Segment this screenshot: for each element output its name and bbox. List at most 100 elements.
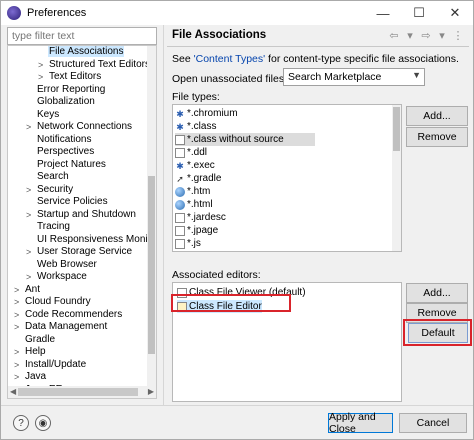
tree-item[interactable]: Keys [36,109,60,122]
tree-item[interactable]: > Structured Text Editors [38,59,151,72]
file-types-list[interactable]: ✱ *.chromium ✱ *.class *.class without sourc… [172,104,402,252]
tree-item[interactable]: > Cloud Foundry [14,296,92,309]
file-type-row[interactable]: *.class without source [175,133,315,146]
expand-arrow-icon[interactable]: > [38,59,46,72]
tree-item[interactable]: > Network Connections [26,121,133,134]
file-type-row[interactable]: *.ddl [175,146,207,159]
tree-item[interactable]: > Text Editors [38,71,102,84]
file-type-label: *.ddl [187,147,208,158]
tree-item-label: Data Management [25,321,108,332]
expand-arrow-icon[interactable]: > [14,284,22,297]
file-type-row[interactable]: ✱ *.exec [175,159,215,172]
scroll-right-icon[interactable]: ▶ [148,386,154,398]
tree-item[interactable]: Web Browser [36,259,98,272]
expand-arrow-icon[interactable]: > [14,346,22,359]
tree-item[interactable]: > Startup and Shutdown [26,208,137,222]
tree-item[interactable]: > Help [14,346,47,359]
back-arrow-icon[interactable]: ⇦ [387,29,401,42]
file-type-row[interactable]: ➚ *.gradle [175,172,221,185]
globe-icon [175,199,185,210]
tree-item[interactable]: > Workspace [26,271,88,284]
tree-item[interactable]: Notifications [36,134,92,147]
tree-item-label: Gradle [25,333,56,345]
tree-item[interactable]: > Install/Update [14,358,87,372]
tree-item-label: Startup and Shutdown [37,208,136,220]
open-unassociated-select[interactable]: Search Marketplace ▼ [283,68,425,86]
tree-item[interactable]: Service Policies [36,196,109,209]
help-icon[interactable]: ? [13,415,29,431]
tree-item-label: Text Editors [49,71,102,82]
expand-arrow-icon[interactable]: > [14,321,22,334]
add-file-type-button[interactable]: Add... [406,106,468,126]
window-controls: — ☐ ✕ [365,1,473,25]
file-type-label: *.class [187,121,217,132]
tree-item[interactable]: > User Storage Service [26,246,133,259]
cancel-button[interactable]: Cancel [399,413,467,433]
tree-horizontal-scrollbar[interactable]: ◀ ▶ [8,386,156,398]
tree-item[interactable]: Gradle [24,334,56,347]
expand-arrow-icon[interactable]: > [26,246,34,259]
file-type-row[interactable]: *.jardesc [175,211,226,224]
maximize-icon[interactable]: ☐ [401,1,437,25]
expand-arrow-icon[interactable]: > [38,71,46,84]
expand-arrow-icon[interactable]: > [14,359,22,372]
scroll-left-icon[interactable]: ◀ [10,386,16,398]
tree-item-label: Project Natures [37,158,106,170]
tree-item-label: Install/Update [25,358,87,370]
tree-vertical-scrollbar[interactable] [147,46,156,386]
add-editor-button[interactable]: Add... [406,283,468,303]
tree-item[interactable]: Project Natures [36,159,107,172]
tree-item[interactable]: > Data Management [14,321,108,334]
expand-arrow-icon[interactable]: > [26,184,34,197]
expand-arrow-icon[interactable]: > [14,309,22,322]
file-type-row[interactable]: *.htm [175,185,210,198]
tree-item[interactable]: > Security [26,184,74,197]
file-types-scrollbar[interactable] [392,105,401,251]
file-type-row[interactable]: ✱ *.chromium [175,107,237,120]
tree-item[interactable]: > Code Recommenders [14,309,123,322]
file-type-label: *.exec [187,160,215,171]
import-export-icon[interactable]: ◉ [35,415,51,431]
tree-item[interactable]: UI Responsiveness Monitoring [36,234,156,247]
tree-item[interactable]: > Ant [14,284,41,297]
expand-arrow-icon[interactable]: > [14,371,22,384]
view-menu-icon[interactable]: ⋮ [451,29,465,42]
preference-tree[interactable]: File Associations > Structured Text Editor… [7,45,157,399]
remove-file-type-button[interactable]: Remove [406,127,468,147]
file-type-row[interactable]: *.jpage [175,224,218,237]
file-type-row[interactable]: *.html [175,198,213,211]
file-type-label: *.jardesc [187,212,226,223]
expand-arrow-icon[interactable]: > [26,121,34,134]
tree-item[interactable]: Globalization [36,96,96,109]
tree-item-label: Help [25,346,46,357]
tree-item-label: Java [25,371,47,382]
tree-item[interactable]: Search [36,171,70,184]
forward-menu-icon[interactable]: ▾ [435,29,449,42]
tree-item[interactable]: Tracing [36,221,71,234]
tree-item[interactable]: Error Reporting [36,84,106,97]
tree-item[interactable]: Perspectives [36,146,95,159]
back-menu-icon[interactable]: ▾ [403,29,417,42]
apply-and-close-button[interactable]: Apply and Close [328,411,393,435]
expand-arrow-icon[interactable]: > [14,296,22,309]
chevron-down-icon: ▼ [412,70,421,80]
tree-item[interactable]: File Associations [48,46,125,59]
minimize-icon[interactable]: — [365,1,401,25]
filter-input[interactable] [7,27,157,45]
expand-arrow-icon[interactable]: > [26,271,34,284]
expand-arrow-icon[interactable]: > [26,209,34,222]
content-types-link[interactable]: 'Content Types' [194,53,266,65]
tree-item-label: Error Reporting [37,83,106,95]
pane-divider[interactable] [163,25,164,405]
tree-item-label: Tracing [37,221,70,232]
file-types-scroll-thumb[interactable] [393,107,400,151]
tree-hscroll-thumb[interactable] [18,388,138,396]
file-type-row[interactable]: ✱ *.class [175,120,216,133]
file-type-row[interactable]: *.js [175,237,201,250]
forward-arrow-icon[interactable]: ⇨ [419,29,433,42]
tree-scroll-thumb[interactable] [148,176,155,354]
file-type-label: *.js [187,238,201,249]
close-icon[interactable]: ✕ [437,1,473,25]
tree-item[interactable]: > Java [14,371,47,384]
file-types-label: File types: [172,91,220,103]
